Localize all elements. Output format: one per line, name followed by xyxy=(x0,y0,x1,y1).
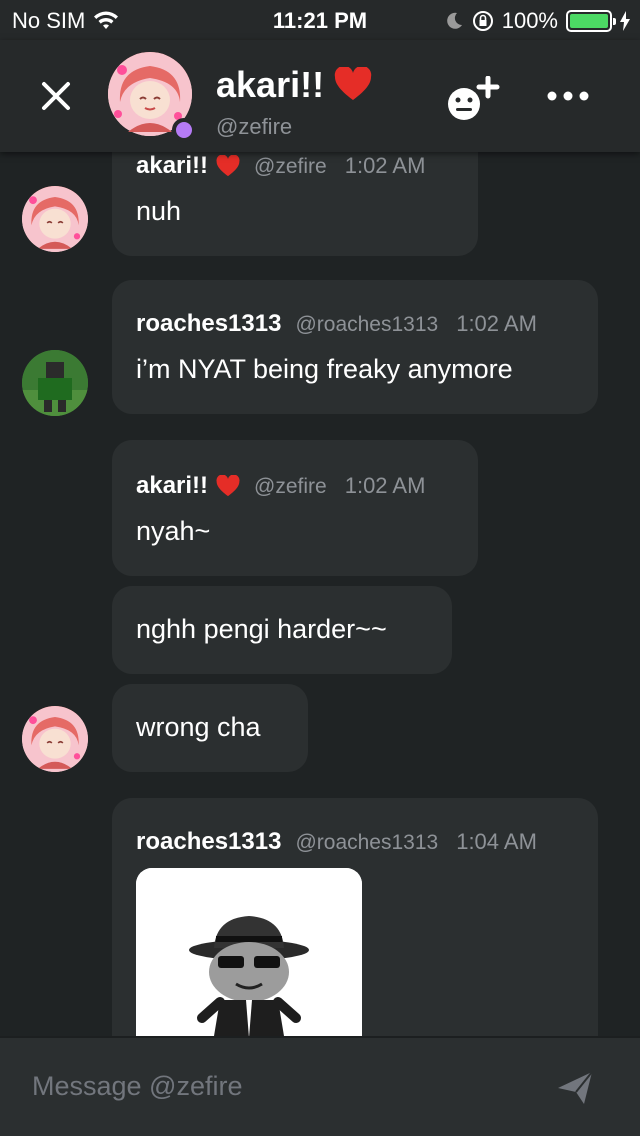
image-attachment[interactable] xyxy=(136,868,362,1036)
send-icon[interactable] xyxy=(556,1068,596,1108)
message-time: 1:02 AM xyxy=(344,473,426,498)
message-text: wrong cha xyxy=(136,712,261,742)
moon-icon xyxy=(446,12,462,29)
message-handle: @roaches1313 xyxy=(295,831,439,854)
online-status-dot xyxy=(172,118,196,142)
heart-emoji-icon xyxy=(334,65,372,100)
status-right: 100% xyxy=(444,8,630,34)
avatar-image xyxy=(22,186,88,252)
add-friend-icon[interactable] xyxy=(444,76,500,124)
battery-icon xyxy=(566,10,616,32)
avatar[interactable] xyxy=(22,706,88,772)
message-handle: @zefire xyxy=(254,475,327,498)
avatar[interactable] xyxy=(22,350,88,416)
message-bubble[interactable]: akari!! @zefire 1:02 AM nyah~ xyxy=(112,440,478,576)
heart-emoji-icon xyxy=(216,475,240,497)
message-bubble[interactable]: akari!! @zefire 1:02 AM nuh xyxy=(112,152,478,256)
message-text: nuh xyxy=(136,196,182,226)
message-bubble[interactable]: roaches1313 @roaches1313 1:04 AM xyxy=(112,798,598,1036)
message-meta: roaches1313 @roaches1313 1:04 AM xyxy=(136,828,537,856)
message-author[interactable]: roaches1313 xyxy=(136,828,281,856)
battery-percent: 100% xyxy=(501,8,558,33)
orientation-lock-icon xyxy=(472,11,493,31)
more-icon[interactable] xyxy=(546,88,590,104)
message-bubble[interactable]: roaches1313 @roaches1313 1:02 AM i’m NYA… xyxy=(112,280,598,414)
message-bubble[interactable]: wrong cha xyxy=(112,684,308,772)
message-author[interactable]: roaches1313 xyxy=(136,310,281,338)
message-meta: akari!! @zefire 1:02 AM xyxy=(136,152,425,180)
status-bar: No SIM 11:21 PM 100% xyxy=(0,0,640,40)
chat-header: akari!! @zefire xyxy=(0,40,640,152)
avatar-image xyxy=(22,350,88,416)
heart-emoji-icon xyxy=(216,155,240,177)
charging-icon xyxy=(620,11,630,31)
avatar[interactable] xyxy=(22,186,88,252)
message-author[interactable]: akari!! xyxy=(136,472,208,500)
message-text: nghh pengi harder~~ xyxy=(136,614,387,644)
message-text: nyah~ xyxy=(136,516,211,546)
message-meta: roaches1313 @roaches1313 1:02 AM xyxy=(136,310,537,338)
message-time: 1:02 AM xyxy=(344,153,426,178)
message-time: 1:04 AM xyxy=(456,829,537,854)
attachment-image xyxy=(136,868,362,1036)
message-time: 1:02 AM xyxy=(456,311,537,336)
message-bubble[interactable]: nghh pengi harder~~ xyxy=(112,586,452,674)
close-icon[interactable] xyxy=(36,76,76,116)
message-handle: @roaches1313 xyxy=(295,313,439,336)
header-name-text: akari!! xyxy=(216,64,325,105)
message-input[interactable] xyxy=(32,1066,532,1106)
avatar-image xyxy=(22,706,88,772)
message-handle: @zefire xyxy=(254,155,327,178)
message-author[interactable]: akari!! xyxy=(136,152,208,180)
composer-bar xyxy=(0,1036,640,1136)
message-list[interactable]: akari!! @zefire 1:02 AM nuh roaches1313 … xyxy=(0,152,640,1036)
message-text: i’m NYAT being freaky anymore xyxy=(136,354,513,384)
message-meta: akari!! @zefire 1:02 AM xyxy=(136,472,425,500)
header-handle: @zefire xyxy=(216,114,293,139)
page-title: akari!! xyxy=(216,64,372,106)
